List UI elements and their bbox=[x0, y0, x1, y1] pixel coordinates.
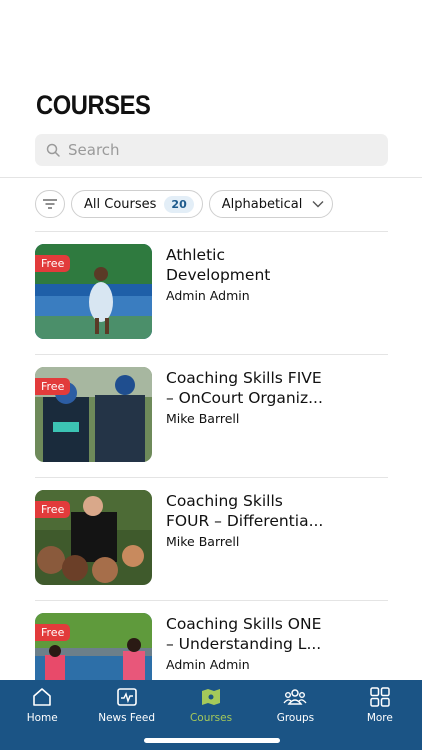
course-title: Athletic Development bbox=[166, 246, 271, 284]
home-icon bbox=[33, 688, 52, 706]
chevron-down-icon bbox=[312, 201, 324, 208]
tab-home[interactable]: Home bbox=[0, 680, 84, 750]
course-author: Mike Barrell bbox=[166, 411, 240, 426]
grid-icon bbox=[370, 687, 390, 707]
course-thumbnail: Free bbox=[35, 244, 152, 339]
divider bbox=[0, 177, 422, 178]
news-feed-icon bbox=[116, 688, 137, 706]
home-indicator[interactable] bbox=[144, 738, 280, 743]
course-author: Admin Admin bbox=[166, 288, 250, 303]
courses-icon bbox=[202, 689, 221, 705]
groups-icon bbox=[283, 689, 307, 705]
course-title: Coaching Skills FIVE – OnCourt Organiz..… bbox=[166, 369, 323, 407]
search-placeholder: Search bbox=[68, 141, 120, 159]
filter-button[interactable] bbox=[35, 190, 65, 218]
all-courses-label: All Courses bbox=[84, 196, 157, 212]
filter-icon bbox=[43, 199, 57, 209]
course-author: Mike Barrell bbox=[166, 534, 240, 549]
free-badge: Free bbox=[35, 255, 71, 272]
tab-label: More bbox=[366, 712, 393, 724]
course-title: Coaching Skills FOUR – Differentia... bbox=[166, 492, 324, 530]
course-count-badge: 20 bbox=[164, 195, 194, 213]
course-item[interactable]: Free Coaching Skills FOUR – Differentia.… bbox=[35, 477, 388, 600]
search-input[interactable]: Search bbox=[35, 134, 388, 166]
tab-label: Courses bbox=[189, 712, 233, 724]
course-thumbnail: Free bbox=[35, 367, 152, 462]
tab-label: Groups bbox=[276, 712, 315, 724]
free-badge: Free bbox=[35, 624, 71, 641]
course-title: Coaching Skills ONE – Understanding L... bbox=[166, 615, 322, 653]
search-icon bbox=[46, 143, 60, 157]
course-author: Admin Admin bbox=[166, 657, 250, 672]
free-badge: Free bbox=[35, 378, 71, 395]
page-title: COURSES bbox=[36, 90, 151, 120]
tab-label: News Feed bbox=[98, 712, 155, 724]
tab-label: Home bbox=[26, 712, 58, 724]
course-list: Free Athletic Development Admin Admin Fr… bbox=[35, 231, 388, 723]
free-badge: Free bbox=[35, 501, 71, 518]
filter-bar: All Courses 20 Alphabetical bbox=[35, 190, 334, 218]
course-thumbnail: Free bbox=[35, 490, 152, 585]
course-item[interactable]: Free Coaching Skills FIVE – OnCourt Orga… bbox=[35, 354, 388, 477]
course-item[interactable]: Free Athletic Development Admin Admin bbox=[35, 231, 388, 354]
sort-dropdown[interactable]: Alphabetical bbox=[208, 190, 334, 218]
sort-label: Alphabetical bbox=[221, 196, 303, 212]
all-courses-filter[interactable]: All Courses 20 bbox=[71, 190, 203, 218]
tab-more[interactable]: More bbox=[338, 680, 422, 750]
